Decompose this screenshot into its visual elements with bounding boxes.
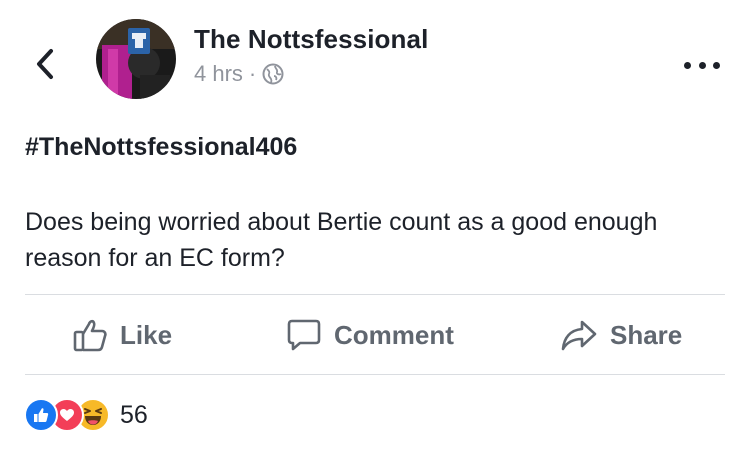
post-meta: 4 hrs · — [194, 61, 284, 87]
divider-bottom — [25, 374, 725, 375]
more-options-button[interactable] — [684, 56, 720, 74]
page-name[interactable]: The Nottsfessional — [194, 24, 428, 55]
post-body: Does being worried about Bertie count as… — [25, 208, 658, 272]
share-arrow-icon — [561, 320, 597, 351]
divider-top — [25, 294, 725, 295]
thumbs-up-icon — [73, 319, 107, 352]
comment-bubble-icon — [287, 319, 321, 351]
post-hashtag[interactable]: #TheNottsfessional406 — [25, 133, 297, 162]
chevron-left-icon — [37, 49, 53, 79]
share-button[interactable]: Share — [560, 314, 682, 356]
globe-icon — [262, 63, 284, 85]
like-label: Like — [120, 319, 173, 350]
meta-separator: · — [248, 61, 257, 86]
more-dots-icon — [684, 61, 691, 69]
avatar[interactable] — [96, 19, 176, 99]
comment-label: Comment — [334, 319, 454, 350]
reactions-summary[interactable]: 56 — [24, 398, 148, 432]
back-button[interactable] — [30, 46, 60, 82]
like-button[interactable]: Like — [72, 314, 172, 356]
post-time[interactable]: 4 hrs — [194, 61, 243, 87]
like-reaction-icon — [24, 398, 58, 432]
comment-button[interactable]: Comment — [286, 314, 454, 356]
reaction-count: 56 — [120, 400, 148, 429]
share-label: Share — [610, 319, 683, 350]
